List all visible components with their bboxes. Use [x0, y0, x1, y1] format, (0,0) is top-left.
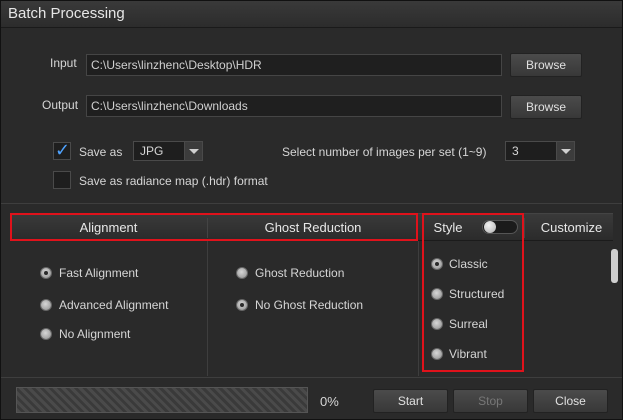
- customize-scrollbar-thumb[interactable]: [611, 249, 618, 283]
- output-path-field[interactable]: C:\Users\linzhenc\Downloads: [86, 95, 502, 117]
- style-surreal-label: Surreal: [449, 317, 488, 331]
- chevron-down-icon: [556, 142, 574, 160]
- section-divider: [0, 203, 623, 204]
- advanced-alignment-label: Advanced Alignment: [59, 298, 169, 312]
- style-classic-label: Classic: [449, 257, 488, 271]
- radio-ghost-reduction[interactable]: [236, 267, 248, 279]
- images-per-set-select[interactable]: 3: [505, 141, 575, 161]
- ghost-reduction-label: Ghost Reduction: [255, 266, 345, 280]
- no-alignment-label: No Alignment: [59, 327, 131, 341]
- footer-divider: [0, 377, 623, 378]
- window-title: Batch Processing: [8, 5, 125, 22]
- radio-advanced-alignment[interactable]: [40, 299, 52, 311]
- format-select[interactable]: JPG: [133, 141, 203, 161]
- style-structured-label: Structured: [449, 287, 505, 301]
- radiance-map-checkbox[interactable]: [53, 171, 71, 189]
- save-as-label: Save as: [79, 145, 123, 159]
- column-divider: [207, 241, 208, 376]
- images-per-set-label: Select number of images per set (1~9): [282, 145, 487, 159]
- no-ghost-reduction-label: No Ghost Reduction: [255, 298, 364, 312]
- input-path-field[interactable]: C:\Users\linzhenc\Desktop\HDR: [86, 54, 502, 76]
- column-divider: [418, 241, 419, 376]
- images-per-set-value: 3: [512, 144, 519, 158]
- progress-bar: [16, 387, 308, 413]
- checkmark-icon: ✓: [55, 140, 71, 160]
- tab-customize[interactable]: Customize: [530, 214, 613, 242]
- radio-style-classic[interactable]: [431, 258, 443, 270]
- radio-fast-alignment[interactable]: [40, 267, 52, 279]
- radio-style-structured[interactable]: [431, 288, 443, 300]
- fast-alignment-label: Fast Alignment: [59, 266, 139, 280]
- radio-style-surreal[interactable]: [431, 318, 443, 330]
- input-browse-button[interactable]: Browse: [510, 53, 582, 77]
- input-label: Input: [50, 56, 77, 70]
- stop-button[interactable]: Stop: [453, 389, 528, 413]
- output-browse-button[interactable]: Browse: [510, 95, 582, 119]
- progress-percent: 0%: [320, 394, 339, 409]
- style-vibrant-label: Vibrant: [449, 347, 487, 361]
- close-button[interactable]: Close: [533, 389, 608, 413]
- format-value: JPG: [140, 144, 164, 158]
- tab-divider: [524, 218, 525, 238]
- output-label: Output: [42, 98, 79, 112]
- radiance-map-label: Save as radiance map (.hdr) format: [79, 174, 268, 188]
- radio-no-ghost-reduction[interactable]: [236, 299, 248, 311]
- title-bar[interactable]: Batch Processing: [0, 0, 623, 28]
- highlight-box-alignment-ghost: [10, 213, 418, 241]
- radio-style-vibrant[interactable]: [431, 348, 443, 360]
- chevron-down-icon: [184, 142, 202, 160]
- radio-no-alignment[interactable]: [40, 328, 52, 340]
- save-as-checkbox[interactable]: ✓: [53, 140, 71, 160]
- start-button[interactable]: Start: [373, 389, 448, 413]
